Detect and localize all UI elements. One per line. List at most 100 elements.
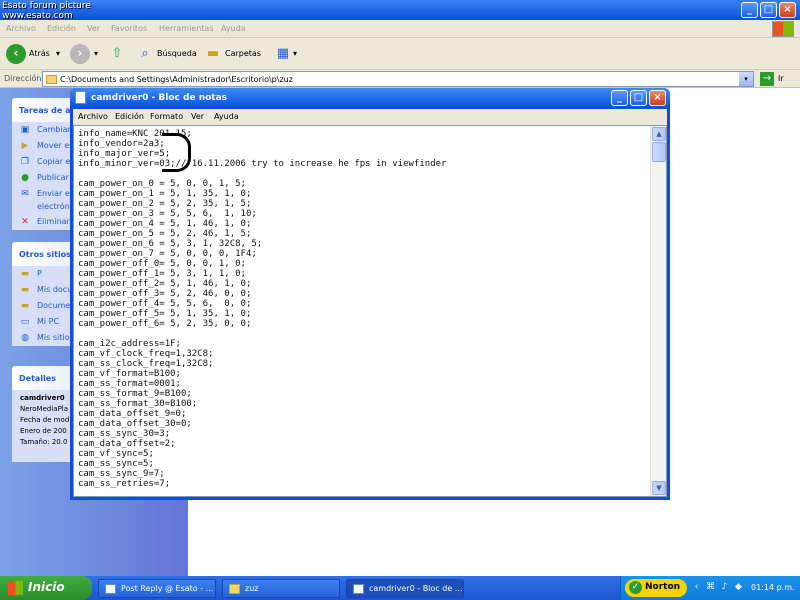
notepad-line[interactable]: cam_ss_retries=7;: [78, 479, 654, 489]
notepad-line[interactable]: cam_ss_format_9=B100;: [78, 389, 654, 399]
address-label: Dirección: [4, 74, 42, 83]
notepad-title-bar[interactable]: camdriver0 - Bloc de notas _ □ ×: [70, 88, 670, 108]
notepad-menu-edicion[interactable]: Edición: [115, 112, 144, 121]
notepad-line[interactable]: cam_power_on_3 = 5, 5, 6, 1, 10;: [78, 209, 654, 219]
address-value[interactable]: C:\Documents and Settings\Administrador\…: [60, 75, 293, 84]
task-browser-label: Post Reply @ Esato - ...: [121, 584, 214, 593]
close-button[interactable]: ×: [779, 2, 796, 18]
menu-herramientas[interactable]: Herramientas: [159, 24, 214, 33]
menu-edicion[interactable]: Edición: [47, 24, 76, 33]
notepad-menu-ver[interactable]: Ver: [191, 112, 204, 121]
system-tray: ✓ Norton ‹ ⌘ ♪ ◆ 01:14 p.m.: [620, 576, 800, 600]
notepad-line[interactable]: cam_i2c_address=1F;: [78, 339, 654, 349]
notepad-line[interactable]: cam_power_on_1 = 5, 1, 35, 1, 0;: [78, 189, 654, 199]
forward-arrow-icon[interactable]: ›: [70, 44, 90, 64]
views-dropdown-icon[interactable]: ▾: [293, 49, 297, 58]
vertical-scrollbar[interactable]: ▲ ▼: [650, 126, 666, 496]
folders-button[interactable]: Carpetas: [225, 49, 261, 58]
notepad-close-button[interactable]: ×: [649, 90, 666, 106]
menu-favoritos[interactable]: Favoritos: [111, 24, 147, 33]
notepad-icon: [353, 584, 364, 594]
task-notepad-label: camdriver0 - Bloc de ...: [369, 584, 463, 593]
folders-icon[interactable]: ▬: [204, 45, 222, 63]
tray-expand-icon[interactable]: ‹: [691, 582, 702, 593]
notepad-line[interactable]: cam_power_off_6= 5, 2, 35, 0, 0;: [78, 319, 654, 329]
notepad-text-area[interactable]: info_name=KNC 201 15; info_vendor=2a3; inf…: [73, 125, 667, 497]
menu-archivo[interactable]: Archivo: [6, 24, 36, 33]
scroll-thumb[interactable]: [652, 142, 666, 162]
email-icon: ✉: [21, 189, 29, 199]
minimize-button[interactable]: _: [741, 2, 758, 18]
notepad-title: camdriver0 - Bloc de notas: [91, 93, 228, 103]
notepad-menu-bar: Archivo Edición Formato Ver Ayuda: [73, 109, 667, 125]
notepad-line[interactable]: cam_ss_clock_freq=1,32C8;: [78, 359, 654, 369]
task-email-label-2: electróni: [37, 202, 72, 211]
norton-button[interactable]: ✓ Norton: [625, 579, 687, 597]
notepad-line[interactable]: cam_power_on_5 = 5, 2, 46, 1, 5;: [78, 229, 654, 239]
menu-ver[interactable]: Ver: [87, 24, 100, 33]
menu-ayuda[interactable]: Ayuda: [221, 24, 246, 33]
scroll-up-icon[interactable]: ▲: [652, 127, 666, 141]
notepad-minimize-button[interactable]: _: [611, 90, 628, 106]
notepad-line[interactable]: cam_vf_format=B100;: [78, 369, 654, 379]
scroll-down-icon[interactable]: ▼: [652, 481, 666, 495]
notepad-line[interactable]: cam_ss_sync_30=3;: [78, 429, 654, 439]
search-button[interactable]: Búsqueda: [157, 49, 197, 58]
task-browser[interactable]: Post Reply @ Esato - ...: [98, 579, 216, 598]
notepad-line[interactable]: [78, 329, 654, 339]
back-dropdown-icon[interactable]: ▾: [56, 49, 60, 58]
notepad-line[interactable]: cam_ss_format_30=B100;: [78, 399, 654, 409]
notepad-line[interactable]: cam_vf_clock_freq=1,32C8;: [78, 349, 654, 359]
explorer-toolbar: ‹ Atrás ▾ › ▾ ⇧ ⌕ Búsqueda ▬ Carpetas ▦ …: [0, 38, 800, 70]
notepad-menu-ayuda[interactable]: Ayuda: [214, 112, 239, 121]
notepad-line[interactable]: cam_power_off_2= 5, 1, 46, 1, 0;: [78, 279, 654, 289]
start-button[interactable]: Inicio: [0, 576, 92, 600]
notepad-line[interactable]: cam_power_on_7 = 5, 0, 0, 0, 1F4;: [78, 249, 654, 259]
notepad-line[interactable]: cam_power_on_2 = 5, 2, 35, 1, 5;: [78, 199, 654, 209]
my-documents-icon: ▬: [20, 285, 30, 295]
notepad-menu-archivo[interactable]: Archivo: [78, 112, 108, 121]
up-folder-icon[interactable]: ⇧: [108, 45, 126, 63]
notepad-maximize-button[interactable]: □: [630, 90, 647, 106]
network-icon[interactable]: ⌘: [705, 582, 716, 593]
notepad-line[interactable]: cam_power_off_0= 5, 0, 0, 1, 0;: [78, 259, 654, 269]
notepad-line[interactable]: cam_power_off_5= 5, 1, 35, 1, 0;: [78, 309, 654, 319]
go-button[interactable]: Ir: [778, 74, 784, 83]
my-computer-icon: ▭: [20, 317, 30, 327]
task-copy-label: Copiar e: [37, 157, 71, 166]
notepad-line[interactable]: cam_data_offset_30=0;: [78, 419, 654, 429]
notepad-text-lines[interactable]: info_name=KNC 201 15; info_vendor=2a3; inf…: [78, 129, 654, 489]
notepad-line[interactable]: cam_ss_format=0001;: [78, 379, 654, 389]
address-dropdown-icon[interactable]: ▾: [739, 72, 753, 86]
security-icon[interactable]: ◆: [733, 582, 744, 593]
place-network-label: Mis sitios: [37, 333, 74, 342]
notepad-line[interactable]: cam_data_offset=2;: [78, 439, 654, 449]
notepad-menu-formato[interactable]: Formato: [150, 112, 183, 121]
views-icon[interactable]: ▦: [274, 45, 292, 63]
back-arrow-icon[interactable]: ‹: [6, 44, 26, 64]
notepad-window: camdriver0 - Bloc de notas _ □ × Archivo…: [70, 88, 670, 500]
folder-icon: [229, 584, 240, 594]
notepad-line[interactable]: cam_data_offset_9=0;: [78, 409, 654, 419]
notepad-line[interactable]: cam_power_off_3= 5, 2, 46, 0, 0;: [78, 289, 654, 299]
notepad-line[interactable]: cam_power_on_4 = 5, 1, 46, 1, 0;: [78, 219, 654, 229]
network-places-icon: ◍: [21, 333, 29, 343]
back-button[interactable]: Atrás: [29, 49, 50, 58]
notepad-icon: [75, 91, 86, 104]
task-notepad[interactable]: camdriver0 - Bloc de ...: [346, 579, 464, 598]
task-explorer[interactable]: zuz: [222, 579, 340, 598]
search-icon[interactable]: ⌕: [136, 45, 154, 63]
notepad-line[interactable]: cam_power_off_4= 5, 5, 6, 0, 0;: [78, 299, 654, 309]
notepad-line[interactable]: cam_power_off_1= 5, 3, 1, 1, 0;: [78, 269, 654, 279]
windows-flag-icon: [8, 581, 23, 595]
notepad-line[interactable]: cam_power_on_0 = 5, 0, 0, 1, 5;: [78, 179, 654, 189]
go-arrow-icon[interactable]: →: [760, 72, 774, 86]
address-field[interactable]: C:\Documents and Settings\Administrador\…: [42, 71, 754, 87]
maximize-button[interactable]: □: [760, 2, 777, 18]
sound-icon[interactable]: ♪: [719, 582, 730, 593]
notepad-line[interactable]: cam_power_on_6 = 5, 3, 1, 32C8, 5;: [78, 239, 654, 249]
forward-dropdown-icon[interactable]: ▾: [94, 49, 98, 58]
notepad-line[interactable]: cam_ss_sync=5;: [78, 459, 654, 469]
notepad-line[interactable]: cam_vf_sync=5;: [78, 449, 654, 459]
notepad-line[interactable]: cam_ss_sync_9=7;: [78, 469, 654, 479]
